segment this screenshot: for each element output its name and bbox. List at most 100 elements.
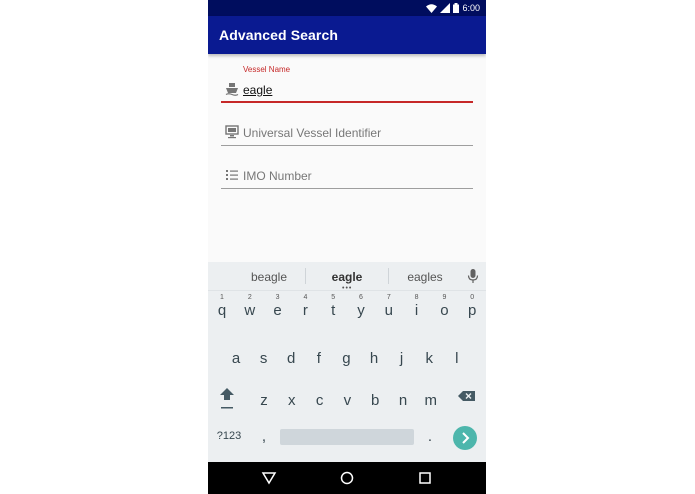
key-b[interactable]: b: [361, 384, 389, 416]
space-key[interactable]: [280, 429, 414, 445]
key-r[interactable]: 4r: [291, 294, 319, 326]
vessel-name-input[interactable]: eagle: [243, 83, 272, 97]
key-number-hint: 2: [247, 294, 252, 301]
key-number-hint: 7: [386, 294, 391, 301]
suggestion-more-indicator: •••: [342, 285, 353, 292]
symbols-key[interactable]: ?123: [213, 426, 245, 458]
key-label: o: [440, 302, 449, 319]
shift-icon: [220, 388, 234, 409]
imo-input[interactable]: IMO Number: [243, 169, 312, 183]
navigation-bar: [208, 462, 486, 494]
key-o[interactable]: 9o: [430, 294, 458, 326]
key-n[interactable]: n: [389, 384, 417, 416]
key-label: s: [259, 350, 268, 367]
key-l[interactable]: l: [443, 342, 471, 374]
vessel-name-label: Vessel Name: [243, 65, 291, 74]
key-v[interactable]: v: [333, 384, 361, 416]
app-bar: Advanced Search: [208, 16, 486, 54]
key-label: x: [288, 392, 296, 409]
suggestion-strip: beagle eagle eagles •••: [208, 262, 486, 292]
key-label: q: [217, 302, 227, 319]
key-d[interactable]: d: [277, 342, 305, 374]
key-label: i: [414, 302, 419, 319]
suggestion-beagle[interactable]: beagle: [234, 270, 304, 284]
list-icon: [226, 170, 238, 180]
clock: 6:00: [462, 3, 480, 13]
ship-icon: [225, 83, 239, 96]
key-y[interactable]: 6y: [347, 294, 375, 326]
key-m[interactable]: m: [417, 384, 445, 416]
key-label: e: [273, 302, 282, 319]
key-number-hint: 3: [275, 294, 280, 301]
vessel-name-value: eagle: [243, 83, 273, 97]
key-x[interactable]: x: [278, 384, 306, 416]
key-number-hint: 9: [442, 294, 447, 301]
status-icons: 6:00: [426, 2, 480, 14]
suggestion-eagles[interactable]: eagles: [390, 270, 460, 284]
wifi-icon: [426, 3, 438, 13]
key-label: ,: [261, 428, 267, 445]
key-label: d: [287, 350, 296, 367]
key-c[interactable]: c: [306, 384, 334, 416]
uvi-underline: [221, 145, 473, 146]
vessel-name-underline: [221, 101, 473, 103]
home-icon[interactable]: [339, 470, 355, 486]
key-i[interactable]: 8i: [403, 294, 431, 326]
key-label: t: [331, 302, 336, 319]
key-g[interactable]: g: [332, 342, 360, 374]
key-label: c: [315, 392, 324, 409]
key-s[interactable]: s: [250, 342, 278, 374]
phone-screen: 6:00 Advanced Search Vessel Name eagle U…: [208, 0, 486, 494]
uvi-field[interactable]: Universal Vessel Identifier: [221, 120, 473, 148]
vessel-name-field[interactable]: Vessel Name eagle: [221, 65, 473, 105]
key-label: h: [369, 350, 379, 367]
key-label: m: [424, 392, 438, 409]
backspace-key[interactable]: [453, 384, 481, 416]
battery-icon: [453, 3, 460, 13]
key-number-hint: 0: [470, 294, 475, 301]
suggestion-eagle[interactable]: eagle: [312, 270, 382, 284]
go-key[interactable]: [453, 426, 477, 450]
page-title: Advanced Search: [219, 27, 338, 43]
key-label: b: [371, 392, 380, 409]
shift-key[interactable]: [213, 382, 241, 414]
imo-underline: [221, 188, 473, 189]
key-z[interactable]: z: [250, 384, 278, 416]
status-bar: 6:00: [208, 0, 486, 16]
back-icon[interactable]: [261, 470, 277, 486]
suggestion-divider: [305, 268, 306, 284]
microphone-icon[interactable]: [466, 268, 480, 284]
key-e[interactable]: 3e: [264, 294, 292, 326]
key-f[interactable]: f: [305, 342, 333, 374]
key-number-hint: 1: [220, 294, 224, 301]
key-a[interactable]: a: [222, 342, 250, 374]
key-k[interactable]: k: [415, 342, 443, 374]
key-label: ?123: [216, 430, 242, 442]
key-label: n: [398, 392, 408, 409]
period-key[interactable]: .: [416, 426, 444, 458]
key-label: w: [244, 302, 256, 319]
recents-icon[interactable]: [417, 470, 433, 486]
key-label: a: [231, 350, 241, 367]
key-label: p: [468, 302, 477, 319]
key-label: f: [316, 350, 321, 367]
key-h[interactable]: h: [360, 342, 388, 374]
imo-field[interactable]: IMO Number: [221, 163, 473, 191]
key-u[interactable]: 7u: [375, 294, 403, 326]
key-label: r: [302, 302, 308, 319]
key-label: l: [455, 350, 459, 367]
key-t[interactable]: 5t: [319, 294, 347, 326]
key-label: j: [399, 350, 404, 367]
key-label: g: [342, 350, 351, 367]
key-j[interactable]: j: [388, 342, 416, 374]
key-label: v: [343, 392, 352, 409]
key-p[interactable]: 0p: [458, 294, 486, 326]
key-label: k: [425, 350, 433, 367]
soft-keyboard: beagle eagle eagles ••• 1q2w3e4r5t6y7u8i…: [208, 262, 486, 462]
key-q[interactable]: 1q: [208, 294, 236, 326]
comma-key[interactable]: ,: [250, 426, 278, 458]
key-w[interactable]: 2w: [236, 294, 264, 326]
key-label: y: [357, 302, 365, 319]
suggestion-divider: [388, 268, 389, 284]
uvi-input[interactable]: Universal Vessel Identifier: [243, 126, 381, 140]
